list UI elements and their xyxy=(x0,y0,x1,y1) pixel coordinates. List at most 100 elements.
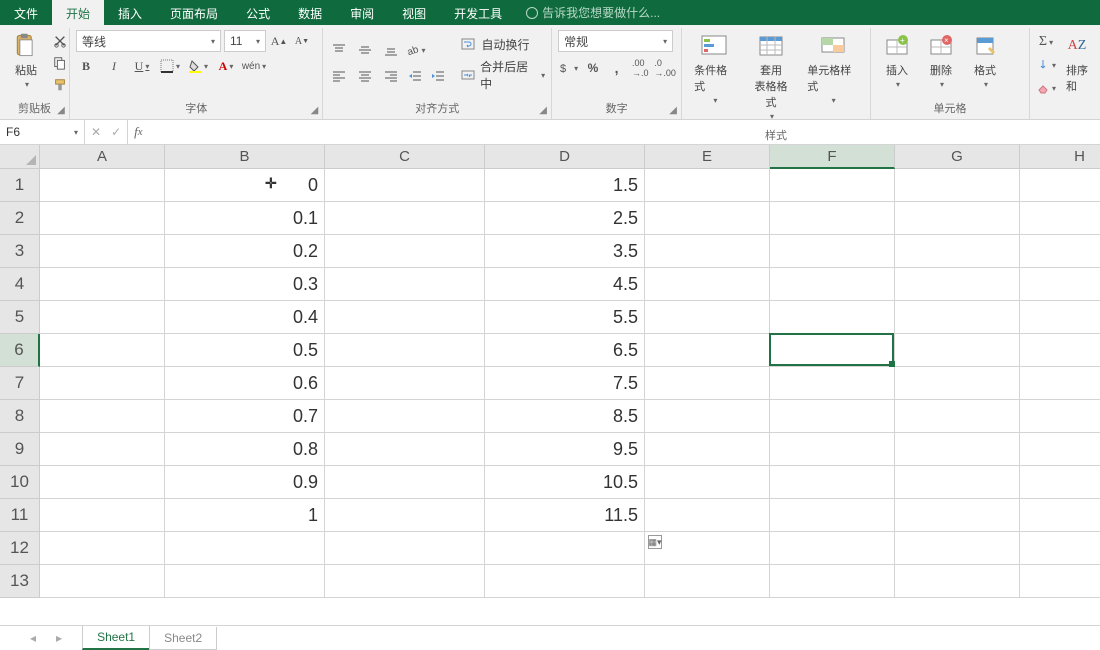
orientation-button[interactable]: ab▾ xyxy=(405,40,425,60)
cell-D9[interactable]: 9.5 xyxy=(485,433,645,466)
cell-A8[interactable] xyxy=(40,400,165,433)
tab-file[interactable]: 文件 xyxy=(0,0,52,25)
column-header-G[interactable]: G xyxy=(895,145,1020,169)
cell-G5[interactable] xyxy=(895,301,1020,334)
cell-A13[interactable] xyxy=(40,565,165,598)
cell-E11[interactable] xyxy=(645,499,770,532)
align-center-button[interactable] xyxy=(355,66,375,86)
formula-input[interactable] xyxy=(149,120,1100,144)
cell-H1[interactable] xyxy=(1020,169,1100,202)
cell-G9[interactable] xyxy=(895,433,1020,466)
cell-E1[interactable] xyxy=(645,169,770,202)
format-cells-button[interactable]: 格式▾ xyxy=(965,30,1005,96)
font-size-select[interactable]: 11▾ xyxy=(224,30,266,52)
wrap-text-button[interactable]: 自动换行 xyxy=(458,34,545,54)
cell-H6[interactable] xyxy=(1020,334,1100,367)
row-header-11[interactable]: 11 xyxy=(0,499,40,532)
cell-G2[interactable] xyxy=(895,202,1020,235)
cell-F9[interactable] xyxy=(770,433,895,466)
fill-button[interactable]: ▾ xyxy=(1036,55,1056,75)
cell-F12[interactable] xyxy=(770,532,895,565)
autofill-options-button[interactable]: ▦▾ xyxy=(648,535,662,549)
cell-A2[interactable] xyxy=(40,202,165,235)
cell-E3[interactable] xyxy=(645,235,770,268)
align-top-button[interactable] xyxy=(329,40,349,60)
cell-C3[interactable] xyxy=(325,235,485,268)
cell-E10[interactable] xyxy=(645,466,770,499)
cell-A12[interactable] xyxy=(40,532,165,565)
cell-G13[interactable] xyxy=(895,565,1020,598)
column-header-E[interactable]: E xyxy=(645,145,770,169)
cell-B9[interactable]: 0.8 xyxy=(165,433,325,466)
cell-E9[interactable] xyxy=(645,433,770,466)
cell-D5[interactable]: 5.5 xyxy=(485,301,645,334)
cell-D10[interactable]: 10.5 xyxy=(485,466,645,499)
cell-C1[interactable] xyxy=(325,169,485,202)
cancel-formula-button[interactable]: ✕ xyxy=(91,125,101,139)
align-left-button[interactable] xyxy=(329,66,349,86)
cell-G12[interactable] xyxy=(895,532,1020,565)
cell-B4[interactable]: 0.3 xyxy=(165,268,325,301)
italic-button[interactable]: I xyxy=(104,56,124,76)
cell-E13[interactable] xyxy=(645,565,770,598)
cell-A3[interactable] xyxy=(40,235,165,268)
cell-C13[interactable] xyxy=(325,565,485,598)
number-format-select[interactable]: 常规▾ xyxy=(558,30,673,52)
cell-D3[interactable]: 3.5 xyxy=(485,235,645,268)
fx-icon[interactable]: fx xyxy=(128,120,148,144)
tell-me-search[interactable]: 告诉我您想要做什么... xyxy=(516,0,660,25)
cell-B7[interactable]: 0.6 xyxy=(165,367,325,400)
column-header-D[interactable]: D xyxy=(485,145,645,169)
cell-H9[interactable] xyxy=(1020,433,1100,466)
cell-A1[interactable] xyxy=(40,169,165,202)
merge-center-button[interactable]: 合并后居中▾ xyxy=(458,58,545,92)
cell-H4[interactable] xyxy=(1020,268,1100,301)
font-color-button[interactable]: A▾ xyxy=(216,56,236,76)
format-painter-button[interactable] xyxy=(50,75,70,95)
clipboard-launcher-icon[interactable]: ◢ xyxy=(55,105,67,117)
tab-home[interactable]: 开始 xyxy=(52,0,104,25)
number-launcher-icon[interactable]: ◢ xyxy=(667,105,679,117)
cell-F6[interactable] xyxy=(770,334,895,367)
cell-A5[interactable] xyxy=(40,301,165,334)
tab-formulas[interactable]: 公式 xyxy=(232,0,284,25)
paste-button[interactable]: 粘贴 ▾ xyxy=(6,30,46,96)
tab-data[interactable]: 数据 xyxy=(284,0,336,25)
row-header-4[interactable]: 4 xyxy=(0,268,40,301)
cell-A6[interactable] xyxy=(40,334,165,367)
cell-G7[interactable] xyxy=(895,367,1020,400)
cell-C6[interactable] xyxy=(325,334,485,367)
cell-G3[interactable] xyxy=(895,235,1020,268)
cell-D11[interactable]: 11.5 xyxy=(485,499,645,532)
row-header-3[interactable]: 3 xyxy=(0,235,40,268)
font-launcher-icon[interactable]: ◢ xyxy=(308,105,320,117)
tab-review[interactable]: 审阅 xyxy=(336,0,388,25)
tab-page-layout[interactable]: 页面布局 xyxy=(156,0,232,25)
cell-B8[interactable]: 0.7 xyxy=(165,400,325,433)
column-header-H[interactable]: H xyxy=(1020,145,1100,169)
copy-button[interactable] xyxy=(50,53,70,73)
cell-G1[interactable] xyxy=(895,169,1020,202)
increase-decimal-button[interactable]: .00→.0 xyxy=(631,58,649,78)
cell-D4[interactable]: 4.5 xyxy=(485,268,645,301)
align-middle-button[interactable] xyxy=(355,40,375,60)
decrease-decimal-button[interactable]: .0→.00 xyxy=(655,58,675,78)
cell-G6[interactable] xyxy=(895,334,1020,367)
cell-H7[interactable] xyxy=(1020,367,1100,400)
worksheet-grid[interactable]: ABCDEFGH 12345678910111213 01.50.12.50.2… xyxy=(0,145,1100,625)
cell-A9[interactable] xyxy=(40,433,165,466)
border-button[interactable]: ▾ xyxy=(160,56,180,76)
cell-F7[interactable] xyxy=(770,367,895,400)
delete-cells-button[interactable]: × 删除▾ xyxy=(921,30,961,96)
sheet-tab-1[interactable]: Sheet1 xyxy=(82,626,150,650)
cell-H10[interactable] xyxy=(1020,466,1100,499)
row-header-12[interactable]: 12 xyxy=(0,532,40,565)
align-bottom-button[interactable] xyxy=(381,40,401,60)
cell-B11[interactable]: 1 xyxy=(165,499,325,532)
fill-color-button[interactable]: ▾ xyxy=(188,56,208,76)
cell-F13[interactable] xyxy=(770,565,895,598)
row-header-1[interactable]: 1 xyxy=(0,169,40,202)
cell-C7[interactable] xyxy=(325,367,485,400)
cell-C5[interactable] xyxy=(325,301,485,334)
enter-formula-button[interactable]: ✓ xyxy=(111,125,121,139)
